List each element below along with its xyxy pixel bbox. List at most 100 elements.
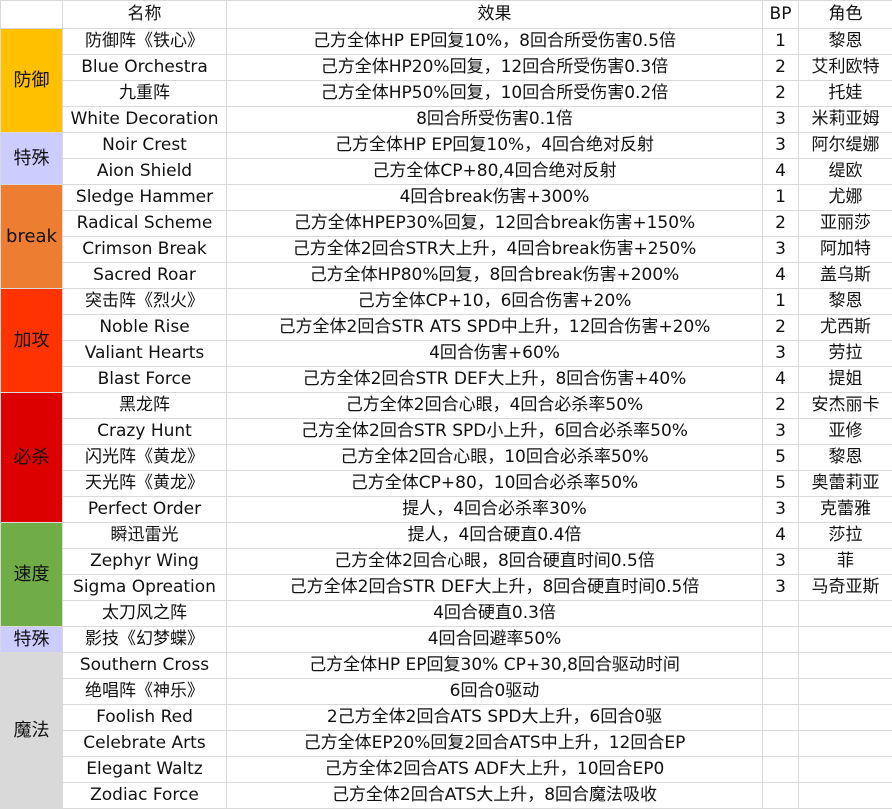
effect-cell: 己方全体CP+80,4回合绝对反射 [226,158,763,185]
table-row: Perfect Order 提人，4回合必杀率30% 3 克蕾雅 [1,496,892,523]
effect-cell: 己方全体2回合心眼，10回合必杀率50% [226,444,763,471]
name-cell: Perfect Order [62,496,227,523]
name-cell: Zephyr Wing [62,548,227,575]
effect-cell: 6回合0驱动 [226,678,763,705]
bp-cell: 4 [762,522,799,549]
role-cell: 阿尔缇娜 [798,132,892,159]
effect-cell: 己方全体HP50%回复，10回合所受伤害0.2倍 [226,80,763,107]
effect-cell: 己方全体CP+80，10回合必杀率50% [226,470,763,497]
effect-cell: 己方全体2回合STR大上升，4回合break伤害+250% [226,236,763,263]
name-cell: Radical Scheme [62,210,227,237]
effect-cell: 8回合所受伤害0.1倍 [226,106,763,133]
table-row: Blast Force 己方全体2回合STR DEF大上升，8回合伤害+40% 4 提… [1,366,892,393]
table-row: Foolish Red 2己方全体2回合ATS SPD大上升，6回合0驱 [1,704,892,731]
table-row: 闪光阵《黄龙》 己方全体2回合心眼，10回合必杀率50% 5 黎恩 [1,444,892,471]
header-role: 角色 [798,0,892,29]
name-cell: Celebrate Arts [62,730,227,757]
category-cell: 防御 [0,28,63,133]
effect-cell: 己方全体EP20%回复2回合ATS中上升，12回合EP [226,730,763,757]
effect-cell: 己方全体2回合STR DEF大上升，8回合伤害+40% [226,366,763,393]
role-cell [798,704,892,731]
table-row: 绝唱阵《神乐》 6回合0驱动 [1,678,892,705]
role-cell: 盖乌斯 [798,262,892,289]
effect-cell: 己方全体HP20%回复，12回合所受伤害0.3倍 [226,54,763,81]
table-row: 特殊 Noir Crest 己方全体HP EP回复10%，4回合绝对反射 3 阿尔缇娜 [0,132,892,185]
bp-cell: 3 [762,236,799,263]
table-row: Aion Shield 己方全体CP+80,4回合绝对反射 4 缇欧 [1,158,892,185]
bp-cell: 3 [762,496,799,523]
name-cell: Crazy Hunt [62,418,227,445]
role-cell [798,782,892,809]
category-cell: 特殊 [0,132,63,185]
role-cell [798,730,892,757]
effect-cell: 己方全体2回合STR ATS SPD中上升，12回合伤害+20% [226,314,763,341]
bp-cell [762,626,799,653]
name-cell: 太刀风之阵 [62,600,227,627]
effect-cell: 2己方全体2回合ATS SPD大上升，6回合0驱 [226,704,763,731]
bp-cell: 1 [762,184,799,211]
bp-cell: 1 [762,28,799,55]
table-row: 魔法 Southern Cross 己方全体HP EP回复30% CP+30,8回合… [0,652,892,809]
role-cell [798,626,892,653]
bp-cell: 3 [762,574,799,601]
bp-cell: 2 [762,314,799,341]
table-body: 防御 防御阵《铁心》 己方全体HP EP回复10%，8回合所受伤害0.5倍 1 黎恩 Bl… [0,28,892,809]
role-cell: 菲 [798,548,892,575]
name-cell: Elegant Waltz [62,756,227,783]
role-cell [798,652,892,679]
name-cell: 闪光阵《黄龙》 [62,444,227,471]
role-cell: 安杰丽卡 [798,392,892,419]
role-cell: 托娃 [798,80,892,107]
category-cell: 速度 [0,522,63,627]
category-cell: 魔法 [0,652,63,809]
table-row: 特殊 影技《幻梦蝶》 4回合回避率50% [0,626,892,653]
role-cell: 尤娜 [798,184,892,211]
table-row: Crimson Break 己方全体2回合STR大上升，4回合break伤害+25… [1,236,892,263]
bp-cell [762,782,799,809]
name-cell: Aion Shield [62,158,227,185]
role-cell: 米莉亚姆 [798,106,892,133]
table-row: 九重阵 己方全体HP50%回复，10回合所受伤害0.2倍 2 托娃 [1,80,892,107]
table-row: Zephyr Wing 己方全体2回合心眼，8回合硬直时间0.5倍 3 菲 [1,548,892,575]
effect-cell: 己方全体2回合ATS ADF大上升，10回合EP0 [226,756,763,783]
role-cell: 提姐 [798,366,892,393]
bp-cell [762,704,799,731]
name-cell: 黑龙阵 [62,392,227,419]
bp-cell: 3 [762,418,799,445]
role-cell: 黎恩 [798,444,892,471]
name-cell: Noir Crest [62,132,227,159]
name-cell: 九重阵 [62,80,227,107]
effect-cell: 己方全体CP+10，6回合伤害+20% [226,288,763,315]
table-row: Blue Orchestra 己方全体HP20%回复，12回合所受伤害0.3倍 2 艾… [1,54,892,81]
table-row: Radical Scheme 己方全体HPEP30%回复，12回合break伤害+… [1,210,892,237]
bp-cell: 3 [762,548,799,575]
role-cell: 马奇亚斯 [798,574,892,601]
header-row: 名称 效果 BP 角色 [0,0,892,29]
bp-cell: 2 [762,392,799,419]
table-row: Sacred Roar 己方全体HP80%回复，8回合break伤害+200% 4 盖… [1,262,892,289]
effect-cell: 提人，4回合必杀率30% [226,496,763,523]
role-cell [798,756,892,783]
name-cell: Valiant Hearts [62,340,227,367]
effect-cell: 己方全体HP EP回复10%，8回合所受伤害0.5倍 [226,28,763,55]
role-cell: 亚丽莎 [798,210,892,237]
name-cell: Sigma Opreation [62,574,227,601]
table-row: 天光阵《黄龙》 己方全体CP+80，10回合必杀率50% 5 奥蕾莉亚 [1,470,892,497]
effect-cell: 己方全体2回合STR SPD小上升，6回合必杀率50% [226,418,763,445]
table-row: Sigma Opreation 己方全体2回合STR DEF大上升，8回合硬直时间… [1,574,892,601]
bp-cell: 2 [762,54,799,81]
bp-cell [762,756,799,783]
role-cell: 克蕾雅 [798,496,892,523]
bp-cell: 2 [762,210,799,237]
bp-cell: 1 [762,288,799,315]
table-row: Elegant Waltz 己方全体2回合ATS ADF大上升，10回合EP0 [1,756,892,783]
name-cell: White Decoration [62,106,227,133]
skill-table: 名称 效果 BP 角色 防御 防御阵《铁心》 己方全体HP EP回复10%，8回合所… [0,0,892,809]
bp-cell [762,652,799,679]
category-cell: break [0,184,63,289]
name-cell: Blue Orchestra [62,54,227,81]
role-cell: 缇欧 [798,158,892,185]
bp-cell [762,600,799,627]
header-category [0,0,63,29]
table-row: break Sledge Hammer 4回合break伤害+300% 1 尤娜 [0,184,892,289]
